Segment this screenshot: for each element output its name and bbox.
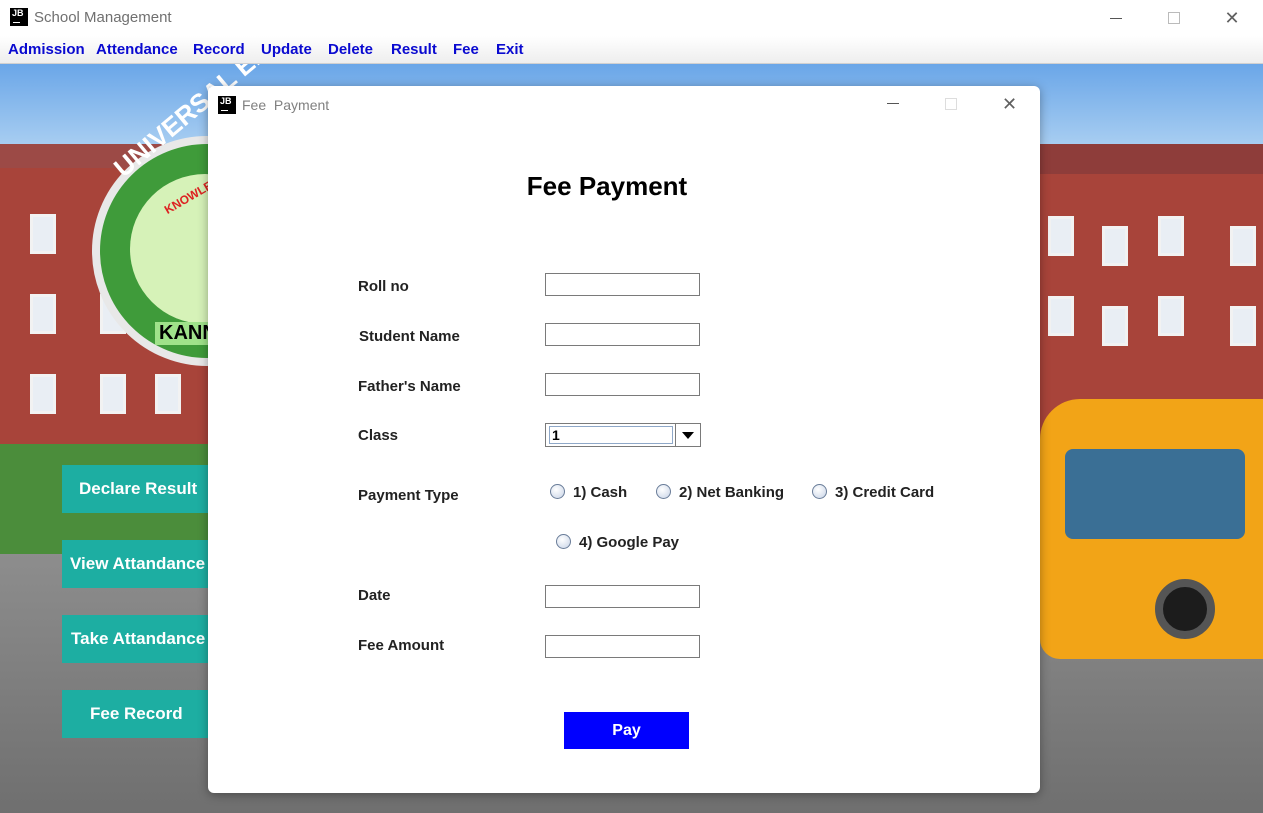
menu-attendance[interactable]: Attendance (96, 41, 178, 58)
payment-credit-card-label: 3) Credit Card (835, 484, 935, 501)
payment-credit-card-radio[interactable]: 3) Credit Card (812, 484, 934, 501)
student-name-label: Student Name (359, 328, 460, 345)
app-title: School Management (34, 9, 172, 26)
dialog-minimize-button[interactable] (870, 92, 916, 118)
app-logo-icon: JB (10, 8, 28, 26)
class-label: Class (358, 427, 399, 444)
payment-net-banking-radio[interactable]: 2) Net Banking (656, 484, 784, 501)
pay-button[interactable]: Pay (564, 712, 689, 749)
minimize-button[interactable] (1093, 4, 1139, 32)
student-name-input[interactable] (545, 323, 700, 346)
dialog-close-button[interactable]: ✕ (986, 92, 1032, 118)
maximize-button[interactable] (1151, 4, 1197, 32)
radio-icon[interactable] (550, 484, 565, 499)
payment-cash-radio[interactable]: 1) Cash (550, 484, 627, 501)
minimize-icon (887, 103, 899, 104)
close-button[interactable]: ✕ (1209, 4, 1255, 32)
maximize-icon (945, 98, 957, 110)
dialog-title: Fee Payment (242, 97, 330, 113)
dialog-maximize-button[interactable] (928, 92, 974, 118)
menu-exit[interactable]: Exit (496, 41, 524, 58)
fee-amount-input[interactable] (545, 635, 700, 658)
minimize-icon (1110, 18, 1122, 19)
menu-delete[interactable]: Delete (328, 41, 373, 58)
menu-bar: Admission Attendance Record Update Delet… (0, 36, 1263, 64)
fee-payment-dialog: JB Fee Payment ✕ Fee Payment Roll no Stu… (208, 86, 1040, 793)
close-icon: ✕ (1224, 8, 1240, 28)
radio-icon[interactable] (656, 484, 671, 499)
chevron-down-icon[interactable] (675, 424, 700, 446)
fee-record-button[interactable]: Fee Record (62, 690, 212, 738)
roll-no-label: Roll no (358, 278, 409, 295)
payment-google-pay-radio[interactable]: 4) Google Pay (556, 534, 679, 551)
date-label: Date (358, 587, 391, 604)
menu-result[interactable]: Result (391, 41, 437, 58)
page-title: Fee Payment (526, 171, 688, 201)
fee-amount-label: Fee Amount (358, 637, 445, 654)
take-attendance-button[interactable]: Take Attandance (62, 615, 212, 663)
school-bus (1040, 399, 1263, 659)
radio-icon[interactable] (556, 534, 571, 549)
payment-type-label: Payment Type (358, 487, 459, 504)
class-select-value: 1 (549, 426, 673, 444)
app-titlebar: JB School Management ✕ (0, 0, 1263, 36)
menu-fee[interactable]: Fee (453, 41, 479, 58)
maximize-icon (1168, 12, 1180, 24)
view-attendance-button[interactable]: View Attandance (62, 540, 212, 588)
dialog-logo-icon: JB (218, 96, 236, 114)
menu-update[interactable]: Update (261, 41, 312, 58)
fathers-name-input[interactable] (545, 373, 700, 396)
payment-google-pay-label: 4) Google Pay (579, 534, 680, 551)
menu-admission[interactable]: Admission (8, 41, 85, 58)
class-select[interactable]: 1 (545, 423, 701, 447)
payment-net-banking-label: 2) Net Banking (679, 484, 785, 501)
date-input[interactable] (545, 585, 700, 608)
payment-cash-label: 1) Cash (573, 484, 628, 501)
menu-record[interactable]: Record (193, 41, 245, 58)
roll-no-input[interactable] (545, 273, 700, 296)
declare-result-button[interactable]: Declare Result (62, 465, 212, 513)
close-icon: ✕ (1002, 94, 1018, 114)
fathers-name-label: Father's Name (358, 378, 461, 395)
radio-icon[interactable] (812, 484, 827, 499)
